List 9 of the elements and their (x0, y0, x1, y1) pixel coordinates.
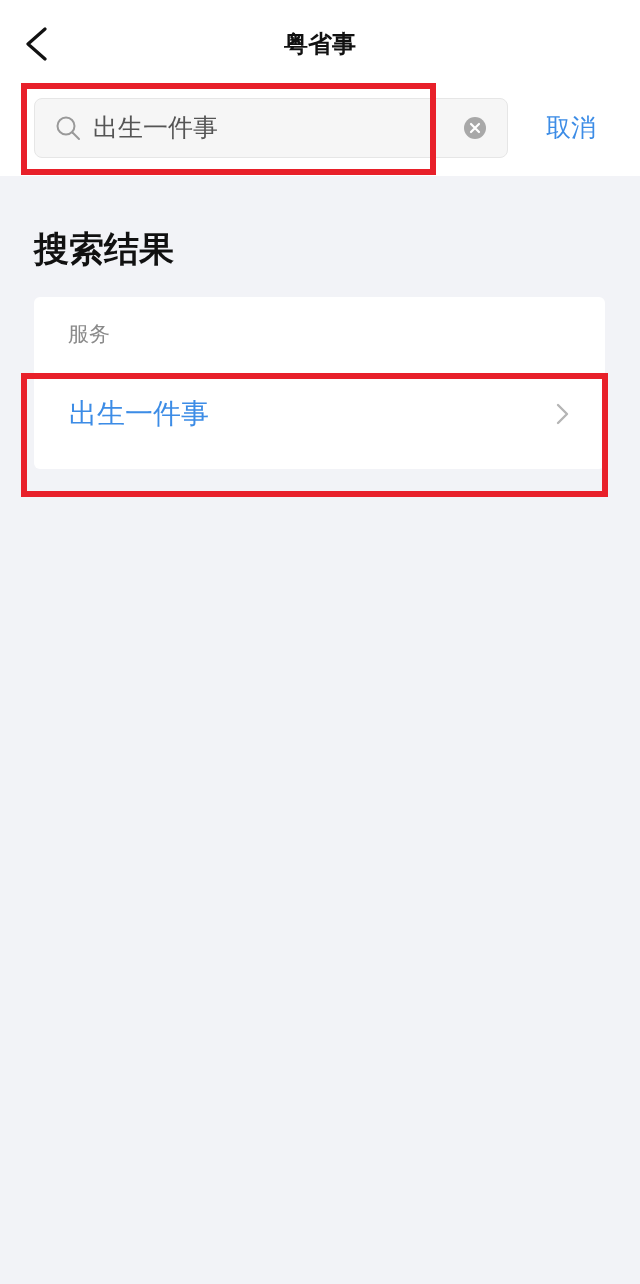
page-title: 粤省事 (284, 29, 356, 60)
search-field[interactable]: 出生一件事 (34, 98, 508, 158)
cancel-button[interactable]: 取消 (546, 109, 596, 147)
chevron-icon (556, 402, 570, 425)
search-icon (55, 115, 81, 141)
category-label: 服务 (67, 321, 111, 348)
section-heading: 搜索结果 (34, 232, 175, 267)
result-item[interactable]: 出生一件事 (34, 358, 605, 469)
back-icon[interactable] (24, 27, 48, 61)
